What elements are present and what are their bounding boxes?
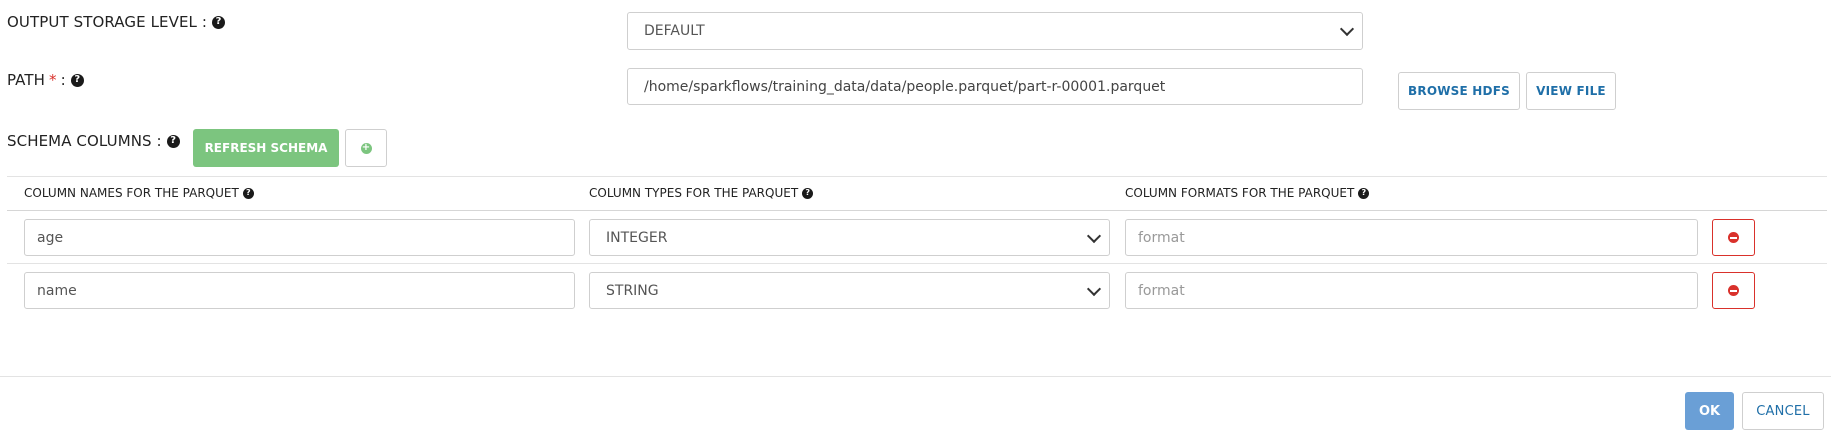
divider xyxy=(7,263,1827,264)
column-type-select[interactable]: STRING xyxy=(589,272,1110,309)
column-name-input[interactable]: age xyxy=(24,219,575,256)
output-storage-select[interactable]: DEFAULT xyxy=(627,12,1363,50)
column-type-select[interactable]: INTEGER xyxy=(589,219,1110,256)
question-circle-icon: ? xyxy=(1358,187,1370,199)
chevron-down-icon xyxy=(1339,21,1355,37)
question-circle-icon: ? xyxy=(242,187,254,199)
column-name-input[interactable]: name xyxy=(24,272,575,309)
column-formats-header: COLUMN FORMATS FOR THE PARQUET ? xyxy=(1125,184,1370,202)
minus-circle-icon xyxy=(1728,285,1739,296)
cancel-button[interactable]: CANCEL xyxy=(1742,392,1824,430)
divider xyxy=(7,210,1827,211)
column-types-header: COLUMN TYPES FOR THE PARQUET ? xyxy=(589,184,814,202)
question-circle-icon: ? xyxy=(70,73,84,87)
schema-columns-label: SCHEMA COLUMNS : ? xyxy=(7,131,180,151)
ok-button[interactable]: OK xyxy=(1685,392,1734,430)
remove-row-button[interactable] xyxy=(1712,219,1755,256)
chevron-down-icon xyxy=(1086,281,1102,296)
chevron-down-icon xyxy=(1086,228,1102,243)
column-format-input[interactable]: format xyxy=(1125,219,1698,256)
add-column-button[interactable]: + xyxy=(345,129,387,167)
remove-row-button[interactable] xyxy=(1712,272,1755,309)
question-circle-icon: ? xyxy=(802,187,814,199)
refresh-schema-button[interactable]: REFRESH SCHEMA xyxy=(193,129,339,167)
browse-hdfs-button[interactable]: BROWSE HDFS xyxy=(1398,72,1520,110)
path-input[interactable]: /home/sparkflows/training_data/data/peop… xyxy=(627,68,1363,105)
question-circle-icon: ? xyxy=(166,134,180,148)
plus-circle-icon: + xyxy=(360,142,372,154)
column-names-header: COLUMN NAMES FOR THE PARQUET ? xyxy=(24,184,254,202)
path-label: PATH * : ? xyxy=(7,70,84,90)
divider xyxy=(7,176,1827,177)
footer-divider xyxy=(0,376,1831,377)
output-storage-label: OUTPUT STORAGE LEVEL : ? xyxy=(7,12,226,32)
column-format-input[interactable]: format xyxy=(1125,272,1698,309)
required-marker: * xyxy=(49,71,57,89)
question-circle-icon: ? xyxy=(212,15,226,29)
view-file-button[interactable]: VIEW FILE xyxy=(1526,72,1616,110)
minus-circle-icon xyxy=(1728,232,1739,243)
